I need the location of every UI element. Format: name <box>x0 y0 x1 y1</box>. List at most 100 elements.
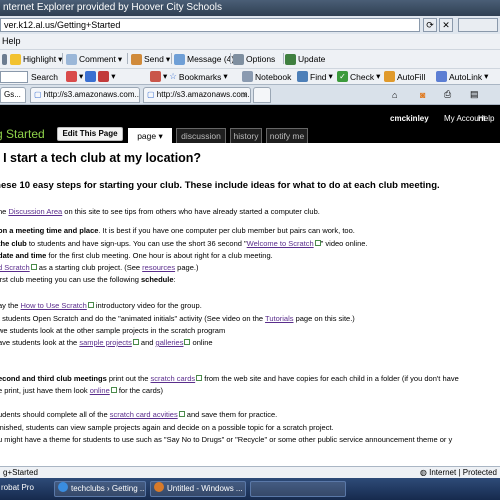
taskbar-item-acrobat[interactable]: robat Pro <box>0 481 52 497</box>
browser-icon <box>58 482 68 492</box>
schedule-item-2: t students Open Scratch and do the "anim… <box>0 314 355 323</box>
edit-page-button[interactable]: Edit This Page <box>57 127 123 141</box>
discussion-area-link[interactable]: Discussion Area <box>8 207 62 216</box>
tab-label: Gs... <box>4 90 21 99</box>
search-label: Search <box>31 71 58 82</box>
scratch-card-activities-link[interactable]: scratch card acvities <box>110 410 178 419</box>
step-2: on a meeting time and place. It is best … <box>0 226 355 235</box>
search-provider-box[interactable] <box>458 18 498 32</box>
tab-current[interactable]: Gs... <box>0 87 26 103</box>
print-icon[interactable]: ⎙ <box>444 85 451 104</box>
bookmark-tools[interactable]: ▾ ▾ <box>66 69 116 84</box>
update-label: Update <box>298 54 326 64</box>
chevron-down-icon: ▾ <box>163 71 168 81</box>
gear-icon <box>233 53 244 65</box>
taskbar-item-blank[interactable] <box>250 481 346 497</box>
message-button[interactable]: Message (4) <box>174 50 234 68</box>
comment-button[interactable]: Comment ▾ <box>66 50 122 68</box>
search-button[interactable]: Search <box>31 69 58 84</box>
toolbar-search-input[interactable] <box>0 71 28 83</box>
how-to-use-scratch-link[interactable]: How to Use Scratch <box>21 301 87 310</box>
divider <box>127 53 128 64</box>
highlight-label: Highlight <box>23 54 57 64</box>
galleries-link[interactable]: galleries <box>156 338 184 347</box>
divider <box>171 53 172 64</box>
send-icon <box>131 53 142 65</box>
check-icon: ✓ <box>337 71 348 82</box>
step-1: he Discussion Area on this site to see t… <box>0 207 320 216</box>
tab-amazonaws-2[interactable]: ▢ http://s3.amazonaws.com.... ✕ <box>143 87 251 103</box>
refresh-icon[interactable]: ⟳ <box>423 18 437 32</box>
card-activity-item-2: inished, students can view sample projec… <box>0 423 334 432</box>
address-bar[interactable]: ver.k12.al.us/Getting+Started <box>0 18 420 32</box>
site-header: g Started Edit This Page page ▾ discussi… <box>0 105 500 143</box>
update-icon <box>285 53 296 65</box>
send-button[interactable]: Send ▾ <box>131 50 170 68</box>
taskbar: robat Pro techclubs › Getting ... Untitl… <box>0 478 500 500</box>
tab-amazonaws-1[interactable]: ▢ http://s3.amazonaws.com.... <box>30 87 140 103</box>
notebook-button[interactable]: Notebook <box>242 69 291 84</box>
mail-icon <box>85 71 97 82</box>
close-icon[interactable]: ✕ <box>241 89 248 102</box>
check-button[interactable]: ✓ Check ▾ <box>337 69 380 84</box>
find-button[interactable]: Find ▾ <box>297 69 333 84</box>
update-button[interactable]: Update <box>285 50 325 68</box>
chevron-down-icon: ▾ <box>165 53 171 64</box>
taskbar-item-paint[interactable]: Untitled - Windows ... <box>150 481 246 497</box>
scratch-link[interactable]: d Scratch <box>0 263 30 272</box>
page-icon <box>150 71 161 82</box>
welcome-to-scratch-link[interactable]: Welcome to Scratch <box>247 239 314 248</box>
resources-link[interactable]: resources <box>142 263 175 272</box>
taskbar-item-ie[interactable]: techclubs › Getting ... <box>54 481 146 497</box>
divider <box>230 53 231 64</box>
step-4: date and time for the first club meeting… <box>0 251 273 260</box>
autofill-button[interactable]: AutoFill <box>384 69 425 84</box>
window-title-bar: nternet Explorer provided by Hoover City… <box>0 0 500 16</box>
send-label: Send <box>144 54 164 64</box>
step-7: econd and third club meetings print out … <box>0 374 459 383</box>
options-button[interactable]: Options <box>233 50 275 68</box>
scratch-cards-link[interactable]: scratch cards <box>151 374 196 383</box>
online-cards-link[interactable]: online <box>90 386 110 395</box>
page-menu-icon[interactable]: ▤ <box>470 85 479 104</box>
find-label: Find <box>310 71 327 82</box>
comment-icon <box>66 53 77 65</box>
status-text: g+Started <box>3 468 38 477</box>
highlight-button[interactable]: Highlight ▾ <box>10 50 62 68</box>
tab-notify-me[interactable]: notify me <box>266 128 308 143</box>
chevron-down-icon: ▾ <box>223 71 228 81</box>
star-icon: ☆ <box>169 71 177 81</box>
tool-icon <box>66 71 77 82</box>
window-title: nternet Explorer provided by Hoover City… <box>3 2 222 13</box>
tab-page[interactable]: page ▾ <box>128 128 172 143</box>
help-link[interactable]: Help <box>478 114 494 123</box>
address-row: ver.k12.al.us/Getting+Started ⟳ ✕ <box>0 16 500 34</box>
status-bar: g+Started ◍ Internet | Protected <box>0 466 500 478</box>
tab-history[interactable]: history <box>230 128 262 143</box>
search-toolbar: Search ▾ ▾ ▾ ☆ Bookmarks ▾ Notebook Find… <box>0 68 500 84</box>
sample-projects-link[interactable]: sample projects <box>79 338 132 347</box>
page-icon: ▢ <box>34 90 42 99</box>
autolink-button[interactable]: AutoLink ▾ <box>436 69 488 84</box>
bookmarks-button[interactable]: ▾ ☆ Bookmarks ▾ <box>150 69 228 84</box>
chevron-down-icon: ▾ <box>376 71 381 81</box>
app-icon <box>154 482 164 492</box>
chevron-down-icon: ▾ <box>484 71 489 81</box>
menu-help[interactable]: Help <box>2 36 21 46</box>
username[interactable]: cmckinley <box>390 114 429 123</box>
chevron-down-icon: ▾ <box>79 71 84 81</box>
autolink-icon <box>436 71 447 82</box>
mail-icon <box>98 71 110 82</box>
schedule-item-3: we students look at the other sample pro… <box>0 326 226 335</box>
step-7-continued: e print, just have them look online for … <box>0 386 164 395</box>
card-activity-item-1: udents should complete all of the scratc… <box>0 410 278 419</box>
tab-discussion[interactable]: discussion <box>176 128 226 143</box>
globe-icon: ◍ <box>419 468 427 477</box>
screen: nternet Explorer provided by Hoover City… <box>0 0 500 500</box>
notebook-label: Notebook <box>255 71 292 82</box>
stop-icon[interactable]: ✕ <box>439 18 453 32</box>
new-tab-button[interactable] <box>253 87 271 103</box>
home-icon[interactable]: ⌂ <box>392 85 397 104</box>
tutorials-link[interactable]: Tutorials <box>265 314 293 323</box>
feed-icon[interactable]: ◙ <box>420 85 425 104</box>
